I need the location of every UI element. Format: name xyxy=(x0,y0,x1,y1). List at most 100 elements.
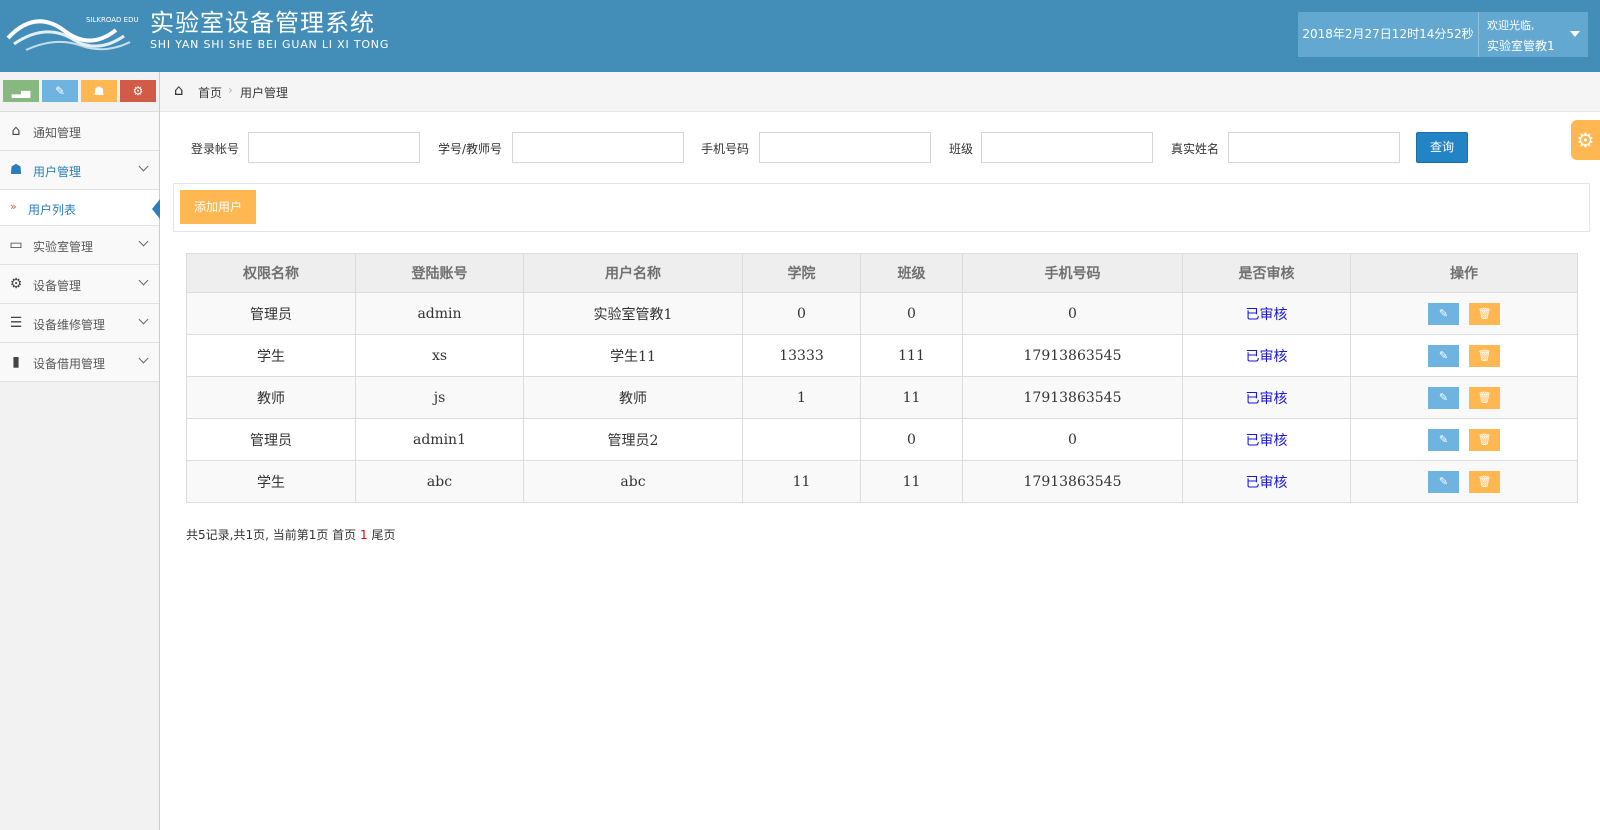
table-cell: xs xyxy=(355,334,524,377)
sidebar-shortcuts: ▂▄ ✎ ☗ ⚙ xyxy=(0,72,159,112)
audit-status-link[interactable]: 已审核 xyxy=(1182,460,1351,503)
actions-cell: ✎ 🗑 xyxy=(1350,418,1578,461)
audit-status-link[interactable]: 已审核 xyxy=(1182,292,1351,335)
sidebar: ▂▄ ✎ ☗ ⚙ ⌂ 通知管理 ☗ 用户管理 » 用户列表 ▭ 实验室管理 ⚙ … xyxy=(0,72,160,830)
breadcrumb-home-link[interactable]: 首页 xyxy=(198,84,222,101)
sidebar-item-repair[interactable]: ☰ 设备维修管理 xyxy=(0,304,159,343)
table-cell: abc xyxy=(355,460,524,503)
table-cell: admin xyxy=(355,292,524,335)
trash-icon[interactable]: 🗑 xyxy=(1469,302,1500,325)
pagination-summary: 共5记录,共1页, 当前第1页 首页 xyxy=(186,528,360,542)
trash-icon[interactable]: 🗑 xyxy=(1469,428,1500,451)
table-cell: 17913863545 xyxy=(962,334,1183,377)
sidebar-item-label: 设备维修管理 xyxy=(33,318,106,332)
table-cell: 学生11 xyxy=(523,334,743,377)
table-cell: 管理员 xyxy=(186,292,356,335)
table-cell: 实验室管教1 xyxy=(523,292,743,335)
pagination: 共5记录,共1页, 当前第1页 首页 1 尾页 xyxy=(186,526,395,543)
table-cell: 11 xyxy=(860,460,963,503)
trash-icon[interactable]: 🗑 xyxy=(1469,470,1500,493)
table-cell: 11 xyxy=(742,460,861,503)
sidebar-item-label: 用户管理 xyxy=(33,165,82,179)
class-label: 班级 xyxy=(949,142,974,156)
table-row: 管理员 admin 实验室管教1 0 0 0 已审核 ✎ 🗑 xyxy=(186,292,1578,335)
table-cell: admin1 xyxy=(355,418,524,461)
table-cell: 0 xyxy=(962,292,1183,335)
title-main: 实验室设备管理系统 xyxy=(150,9,375,37)
sidebar-item-users[interactable]: ☗ 用户管理 xyxy=(0,151,159,190)
add-user-button[interactable]: 添加用户 xyxy=(180,190,256,224)
user-name: 实验室管教1 xyxy=(1487,39,1555,53)
chevron-down-icon xyxy=(138,161,149,172)
home-icon: ⌂ xyxy=(11,123,21,139)
current-datetime: 2018年2月27日12时14分52秒 xyxy=(1298,12,1478,57)
silkroad-logo[interactable]: SILKROAD EDU xyxy=(6,8,140,54)
table-cell: 0 xyxy=(742,292,861,335)
list-icon: ☰ xyxy=(9,315,23,331)
query-button[interactable]: 查询 xyxy=(1416,132,1468,163)
cogs-icon[interactable]: ⚙ xyxy=(120,80,156,102)
user-menu[interactable]: 欢迎光临, 实验室管教1 xyxy=(1478,12,1588,57)
settings-gear-icon[interactable]: ⚙ xyxy=(1571,120,1600,160)
real-name-input[interactable] xyxy=(1228,132,1400,163)
signal-icon[interactable]: ▂▄ xyxy=(3,80,39,102)
current-page-link[interactable]: 1 xyxy=(360,528,368,542)
users-icon: ☗ xyxy=(9,162,23,178)
edit-icon[interactable]: ✎ xyxy=(1428,386,1459,409)
breadcrumb: ⌂ 首页 › 用户管理 xyxy=(160,72,1600,112)
top-header: SILKROAD EDU 实验室设备管理系统 SHI YAN SHI SHE B… xyxy=(0,0,1600,72)
login-account-label: 登录帐号 xyxy=(191,142,240,156)
table-cell: abc xyxy=(523,460,743,503)
student-teacher-no-input[interactable] xyxy=(512,132,684,163)
table-cell: 教师 xyxy=(186,376,356,419)
edit-icon[interactable]: ✎ xyxy=(1428,344,1459,367)
phone-label: 手机号码 xyxy=(701,142,750,156)
sidebar-subitem-user-list[interactable]: » 用户列表 xyxy=(0,190,160,226)
sidebar-item-borrow[interactable]: ▮ 设备借用管理 xyxy=(0,343,159,382)
class-input[interactable] xyxy=(981,132,1153,163)
table-cell: 0 xyxy=(860,292,963,335)
table-cell: 11 xyxy=(860,376,963,419)
sidebar-item-label: 设备借用管理 xyxy=(33,357,106,371)
edit-icon[interactable]: ✎ xyxy=(1428,470,1459,493)
users-icon[interactable]: ☗ xyxy=(81,80,117,102)
sidebar-item-label: 通知管理 xyxy=(33,126,82,140)
home-icon[interactable]: ⌂ xyxy=(174,81,184,99)
edit-icon[interactable]: ✎ xyxy=(1428,302,1459,325)
table-cell: 1 xyxy=(742,376,861,419)
column-header: 手机号码 xyxy=(962,253,1183,293)
table-cell: 17913863545 xyxy=(962,460,1183,503)
column-header: 登陆账号 xyxy=(355,253,524,293)
audit-status-link[interactable]: 已审核 xyxy=(1182,418,1351,461)
chevron-down-icon xyxy=(138,353,149,364)
svg-text:SILKROAD EDU: SILKROAD EDU xyxy=(86,16,139,24)
column-header: 班级 xyxy=(860,253,963,293)
sidebar-item-equipment[interactable]: ⚙ 设备管理 xyxy=(0,265,159,304)
table-cell: 学生 xyxy=(186,334,356,377)
table-cell: 学生 xyxy=(186,460,356,503)
column-header: 是否审核 xyxy=(1182,253,1351,293)
sidebar-item-notice[interactable]: ⌂ 通知管理 xyxy=(0,112,159,151)
welcome-text: 欢迎光临, xyxy=(1487,19,1535,32)
login-account-input[interactable] xyxy=(248,132,420,163)
chevron-down-icon xyxy=(138,314,149,325)
phone-input[interactable] xyxy=(759,132,931,163)
user-table: 权限名称 登陆账号 用户名称 学院 班级 手机号码 是否审核 操作 管理员 ad… xyxy=(186,253,1578,503)
trash-icon[interactable]: 🗑 xyxy=(1469,386,1500,409)
last-page-link[interactable]: 尾页 xyxy=(368,528,395,542)
student-teacher-no-label: 学号/教师号 xyxy=(438,142,503,156)
sidebar-item-lab[interactable]: ▭ 实验室管理 xyxy=(0,226,159,265)
sidebar-subitem-label: 用户列表 xyxy=(28,203,77,217)
sidebar-item-label: 实验室管理 xyxy=(33,240,94,254)
audit-status-link[interactable]: 已审核 xyxy=(1182,334,1351,377)
trash-icon[interactable]: 🗑 xyxy=(1469,344,1500,367)
desktop-icon: ▭ xyxy=(9,237,23,253)
column-header: 权限名称 xyxy=(186,253,356,293)
actions-cell: ✎ 🗑 xyxy=(1350,334,1578,377)
table-cell: 0 xyxy=(860,418,963,461)
column-header: 学院 xyxy=(742,253,861,293)
breadcrumb-separator: › xyxy=(228,83,233,97)
audit-status-link[interactable]: 已审核 xyxy=(1182,376,1351,419)
pencil-icon[interactable]: ✎ xyxy=(42,80,78,102)
edit-icon[interactable]: ✎ xyxy=(1428,428,1459,451)
